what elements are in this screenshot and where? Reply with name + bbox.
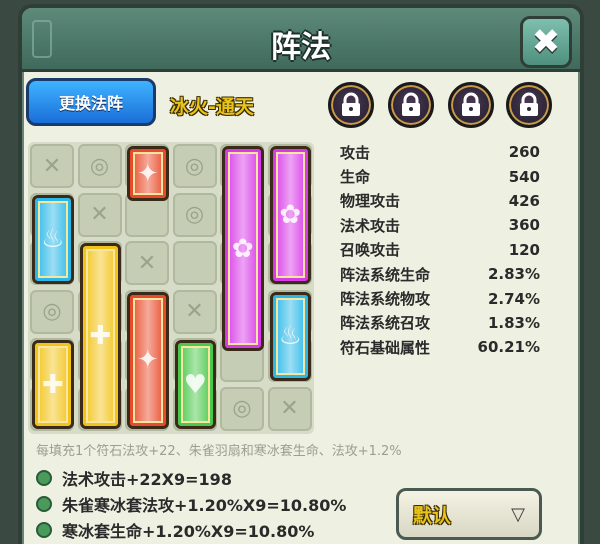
lock-icon xyxy=(462,92,480,116)
lock-slot-2[interactable] xyxy=(388,82,434,128)
board-cell[interactable]: ✕ xyxy=(77,192,122,237)
stat-row: 召唤攻击 120 xyxy=(340,238,540,262)
lock-slot-4[interactable] xyxy=(506,82,552,128)
stat-value: 1.83% xyxy=(487,313,540,332)
stat-value: 2.83% xyxy=(487,265,540,284)
board-cell[interactable]: ◎ xyxy=(30,289,74,334)
stat-row: 符石基础属性 60.21% xyxy=(340,335,540,359)
stat-label: 阵法系统生命 xyxy=(340,265,431,284)
bonus-item: 寒冰套生命+1.20%X9=10.80% xyxy=(36,518,314,542)
board-cell[interactable]: ✕ xyxy=(30,144,74,188)
board-cell[interactable] xyxy=(172,241,217,285)
swap-array-button[interactable]: 更换法阵 xyxy=(26,78,156,126)
stat-row: 攻击 260 xyxy=(340,140,540,164)
stat-label: 生命 xyxy=(340,168,371,187)
magenta-tall-stone[interactable]: ✿ xyxy=(222,146,264,352)
stat-label: 阵法系统召攻 xyxy=(340,314,431,333)
green-heart-stone[interactable]: ♥ xyxy=(174,340,216,429)
bonus-text: 朱雀寒冰套法攻+1.20%X9=10.80% xyxy=(62,496,347,515)
stats-list: 攻击 260 生命 540 物理攻击 426 法术攻击 360 召唤攻击 120 阵法系统… xyxy=(340,140,540,360)
yellow-short-stone[interactable]: ✚ xyxy=(32,340,74,429)
board-cell[interactable]: ◎ xyxy=(77,144,122,188)
lock-slot-1[interactable] xyxy=(328,82,374,128)
board-cell[interactable]: ◎ xyxy=(220,386,264,431)
bullet-icon xyxy=(36,496,52,512)
bonus-item: 朱雀寒冰套法攻+1.20%X9=10.80% xyxy=(36,492,346,516)
red-fire-stone[interactable]: ✦ xyxy=(127,146,169,202)
board-cell[interactable]: ✕ xyxy=(125,241,169,285)
bonus-text: 寒冰套生命+1.20%X9=10.80% xyxy=(62,522,315,541)
close-icon: ✖ xyxy=(531,22,561,62)
stat-row: 阵法系统召攻 1.83% xyxy=(340,311,540,335)
bonus-item: 法术攻击+22X9=198 xyxy=(36,466,232,490)
stat-label: 阵法系统物攻 xyxy=(340,290,431,309)
stat-row: 阵法系统物攻 2.74% xyxy=(340,286,540,310)
blue-ice-stone[interactable]: ♨ xyxy=(32,194,74,284)
stat-row: 物理攻击 426 xyxy=(340,189,540,213)
stat-label: 攻击 xyxy=(340,143,371,162)
stat-value: 120 xyxy=(508,240,540,259)
stat-value: 426 xyxy=(508,191,540,210)
yellow-long-stone[interactable]: ✚ xyxy=(79,243,121,429)
page-title: 阵法 xyxy=(271,30,331,65)
chevron-down-icon: ▽ xyxy=(511,503,525,525)
rune-board: ✕◎◎✕◎✕◎✕✕◎✕✦♨✚✦✿✿♨✚♥ xyxy=(28,142,314,434)
board-cell[interactable]: ◎ xyxy=(172,192,217,237)
stat-value: 60.21% xyxy=(477,338,540,357)
panel-header: 阵法 ✖ xyxy=(22,8,580,72)
board-cell[interactable]: ◎ xyxy=(172,144,217,188)
stat-row: 阵法系统生命 2.83% xyxy=(340,262,540,286)
close-button[interactable]: ✖ xyxy=(520,16,572,68)
bullet-icon xyxy=(36,470,52,486)
stat-value: 2.74% xyxy=(487,289,540,308)
dropdown-label: 默认 xyxy=(413,504,452,527)
stat-value: 360 xyxy=(508,216,540,235)
stat-label: 物理攻击 xyxy=(340,192,401,211)
stat-label: 法术攻击 xyxy=(340,216,401,235)
preset-dropdown[interactable]: 默认 ▽ xyxy=(396,488,542,540)
magenta-paw-stone[interactable]: ✿ xyxy=(269,146,311,284)
lock-slot-3[interactable] xyxy=(448,82,494,128)
stat-label: 符石基础属性 xyxy=(340,338,431,357)
blue-ice-stone-2[interactable]: ♨ xyxy=(269,291,311,381)
lock-icon xyxy=(402,92,420,116)
lock-icon xyxy=(520,92,538,116)
stat-value: 260 xyxy=(508,143,540,162)
stat-value: 540 xyxy=(508,167,540,186)
fill-bonus-info: 每填充1个符石法攻+22、朱雀羽扇和寒冰套生命、法攻+1.2% xyxy=(36,444,402,459)
bullet-icon xyxy=(36,522,52,538)
current-array-name: 冰火-通天 xyxy=(170,96,254,118)
lock-icon xyxy=(342,92,360,116)
red-long-stone[interactable]: ✦ xyxy=(127,291,169,429)
stat-row: 生命 540 xyxy=(340,164,540,188)
board-cell[interactable]: ✕ xyxy=(172,289,217,334)
board-cell[interactable]: ✕ xyxy=(267,386,312,431)
stat-row: 法术攻击 360 xyxy=(340,213,540,237)
bonus-text: 法术攻击+22X9=198 xyxy=(62,470,232,489)
stat-label: 召唤攻击 xyxy=(340,241,401,260)
